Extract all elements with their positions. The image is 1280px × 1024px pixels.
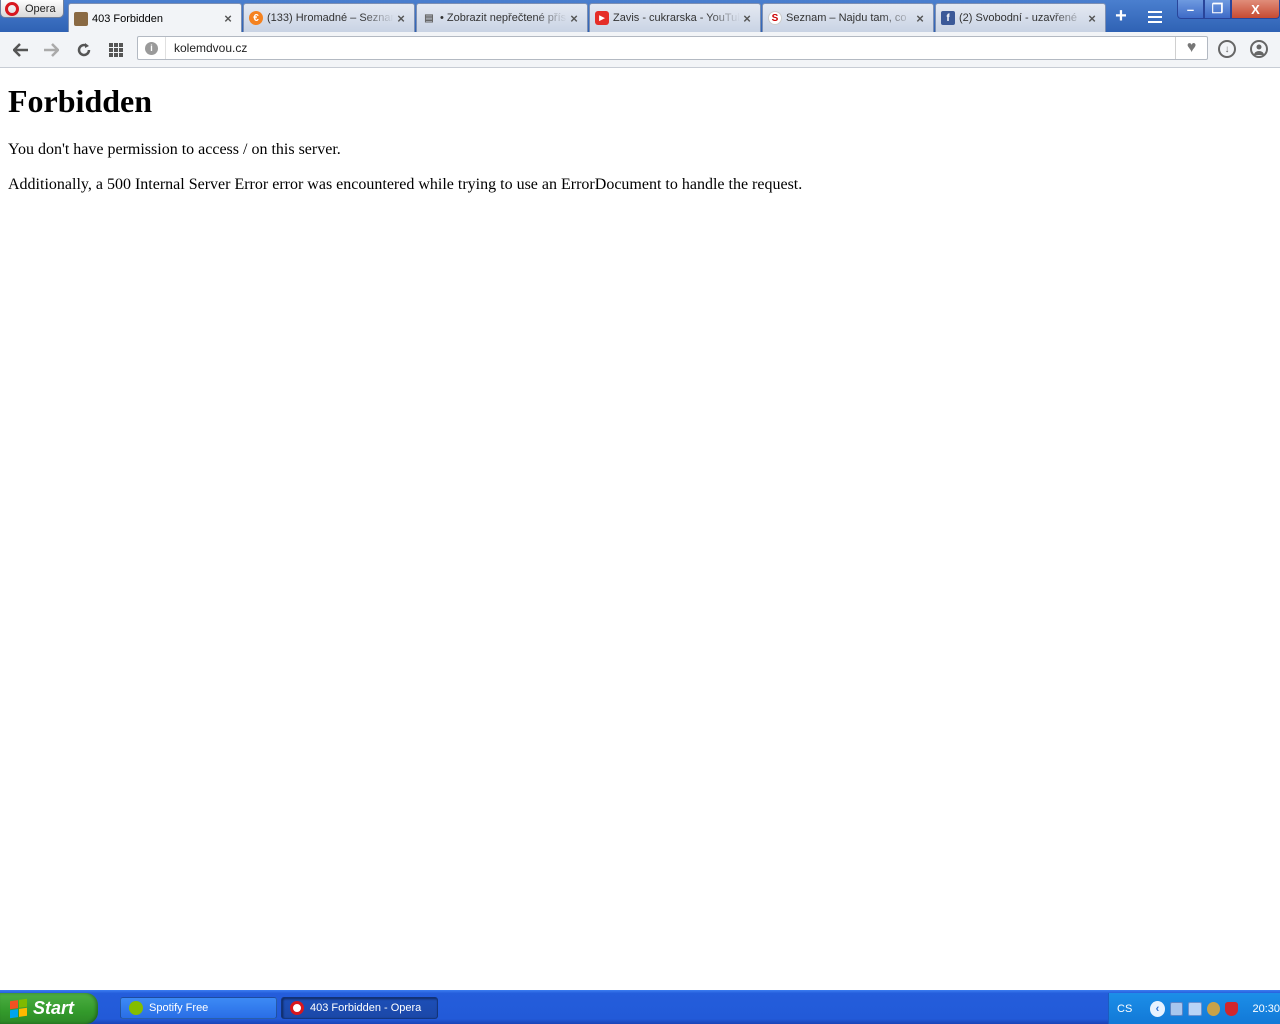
start-button[interactable]: Start <box>0 993 98 1024</box>
tab-title: (133) Hromadné – Seznam <box>267 12 394 24</box>
language-indicator[interactable]: CS <box>1117 1003 1138 1015</box>
back-arrow-icon[interactable] <box>11 40 31 60</box>
spotify-icon <box>129 1001 143 1015</box>
tab-strip: Opera 403 Forbidden × € (133) Hromadné –… <box>0 0 1280 33</box>
speed-dial-icon[interactable] <box>106 40 126 60</box>
opera-logo-icon <box>5 1 19 16</box>
volume-icon[interactable] <box>1206 1001 1221 1016</box>
close-window-button[interactable]: X <box>1231 0 1280 19</box>
page-heading: Forbidden <box>8 83 153 119</box>
show-hidden-icons-icon[interactable]: ‹ <box>1149 1000 1166 1017</box>
network-icon[interactable] <box>1170 1001 1184 1016</box>
close-tab-icon[interactable]: × <box>1085 11 1099 26</box>
system-tray: CS ‹ 20:30 <box>1108 993 1280 1024</box>
close-tab-icon[interactable]: × <box>567 11 581 26</box>
close-tab-icon[interactable]: × <box>913 11 927 26</box>
opera-menu-button[interactable]: Opera <box>0 0 64 18</box>
error-detail: Additionally, a 500 Internal Server Erro… <box>8 176 803 193</box>
tab-menu-icon[interactable] <box>1146 8 1164 26</box>
new-tab-button[interactable]: + <box>1111 6 1131 26</box>
windows-taskbar: Start Spotify Free 403 Forbidden - Opera <box>0 990 1280 1024</box>
site-favicon-icon <box>74 11 88 26</box>
tab-seznam[interactable]: S Seznam – Najdu tam, co × <box>762 3 934 32</box>
network-connection-icon[interactable] <box>1188 1001 1202 1016</box>
opera-icon <box>290 1001 304 1015</box>
facebook-icon: f <box>941 11 955 25</box>
email-favicon-icon: € <box>249 11 263 25</box>
error-message: You don't have permission to access / on… <box>8 141 341 158</box>
close-tab-icon[interactable]: × <box>221 11 235 26</box>
document-icon: ▤ <box>424 12 434 24</box>
url-text[interactable]: kolemdvou.cz <box>166 41 247 55</box>
tab-title: (2) Svobodní - uzavřené <box>959 12 1078 24</box>
page-content: Forbidden You don't have permission to a… <box>0 69 1280 990</box>
tab-title: Seznam – Najdu tam, co <box>786 12 907 24</box>
taskbar-item-label: 403 Forbidden - Opera <box>310 1002 422 1014</box>
security-shield-icon[interactable] <box>1225 1001 1239 1016</box>
downloads-icon[interactable]: ↓ <box>1218 40 1236 58</box>
close-tab-icon[interactable]: × <box>394 11 408 26</box>
start-label: Start <box>33 998 75 1018</box>
tab-403-forbidden[interactable]: 403 Forbidden × <box>68 3 242 33</box>
tab-title: Zavis - cukrarska - YouTube <box>613 12 740 24</box>
tab-title: 403 Forbidden <box>92 12 163 25</box>
windows-logo-icon <box>10 998 27 1019</box>
tab-youtube[interactable]: ▶ Zavis - cukrarska - YouTube × <box>589 3 761 32</box>
tab-zobrazit-neprectene[interactable]: ▤ • Zobrazit nepřečtené příspěvky × <box>416 3 588 32</box>
maximize-button[interactable]: ❐ <box>1204 0 1231 19</box>
clock[interactable]: 20:30 <box>1252 1003 1280 1015</box>
taskbar-item-spotify[interactable]: Spotify Free <box>120 997 277 1019</box>
bookmark-heart-icon[interactable]: ♥ <box>1175 37 1207 59</box>
youtube-icon: ▶ <box>595 11 609 25</box>
forward-arrow-icon[interactable] <box>41 40 61 60</box>
tab-hromadne-seznam[interactable]: € (133) Hromadné – Seznam × <box>243 3 415 32</box>
minimize-button[interactable]: – <box>1177 0 1204 19</box>
taskbar-item-opera[interactable]: 403 Forbidden - Opera <box>281 997 438 1019</box>
seznam-icon: S <box>768 11 782 25</box>
close-tab-icon[interactable]: × <box>740 11 754 26</box>
tab-title: • Zobrazit nepřečtené příspěvky <box>440 12 567 24</box>
taskbar-item-label: Spotify Free <box>149 1002 209 1014</box>
site-info-icon[interactable]: i <box>138 37 166 59</box>
account-icon[interactable] <box>1250 40 1268 58</box>
opera-menu-label: Opera <box>25 2 56 15</box>
address-bar[interactable]: i kolemdvou.cz ♥ <box>137 36 1208 60</box>
reload-icon[interactable] <box>74 40 94 60</box>
tab-facebook[interactable]: f (2) Svobodní - uzavřené × <box>935 3 1106 32</box>
